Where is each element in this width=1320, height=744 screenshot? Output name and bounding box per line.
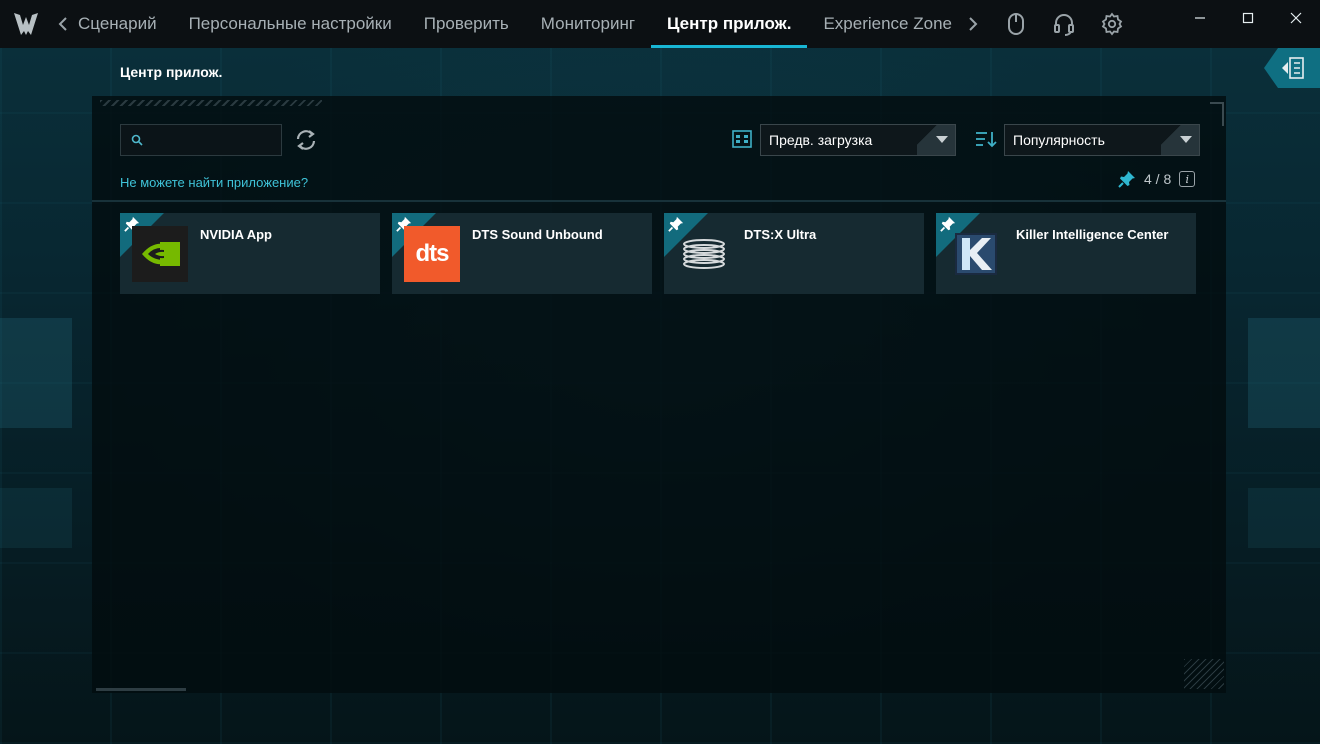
sort-dropdown-value: Популярность xyxy=(1013,132,1105,148)
sort-icon[interactable] xyxy=(974,128,998,150)
panel-decoration-stripes xyxy=(100,100,322,106)
tab-monitoring[interactable]: Мониторинг xyxy=(525,0,651,48)
close-icon[interactable] xyxy=(1272,0,1320,36)
tab-app-center[interactable]: Центр прилож. xyxy=(651,0,808,48)
filter-dropdown[interactable]: Предв. загрузка xyxy=(760,124,956,156)
predator-logo-icon xyxy=(0,0,52,48)
search-box[interactable] xyxy=(120,124,282,156)
app-name: DTS Sound Unbound xyxy=(472,227,603,242)
app-card-dtsx-ultra[interactable]: DTS:X Ultra xyxy=(664,213,924,294)
app-card-dts-sound-unbound[interactable]: dts DTS Sound Unbound xyxy=(392,213,652,294)
dts-logo-text: dts xyxy=(415,240,450,267)
side-panel-list-icon xyxy=(1282,57,1304,79)
sort-dropdown[interactable]: Популярность xyxy=(1004,124,1200,156)
refresh-icon xyxy=(296,130,316,150)
headset-icon[interactable] xyxy=(1040,0,1088,48)
app-name: NVIDIA App xyxy=(200,227,272,242)
nvidia-logo-icon xyxy=(132,226,188,282)
top-icon-group xyxy=(992,0,1136,48)
search-input[interactable] xyxy=(151,132,271,148)
main-tabs: Сценарий Персональные настройки Проверит… xyxy=(74,0,968,48)
window-controls xyxy=(1176,0,1320,36)
filter-dropdown-value: Предв. загрузка xyxy=(769,132,873,148)
tab-experience-zone[interactable]: Experience Zone xyxy=(807,0,968,48)
maximize-icon[interactable] xyxy=(1224,0,1272,36)
refresh-button[interactable] xyxy=(292,126,320,154)
tab-personal-settings[interactable]: Персональные настройки xyxy=(173,0,408,48)
settings-gear-icon[interactable] xyxy=(1088,0,1136,48)
panel-corner-decoration xyxy=(1184,659,1224,689)
page-title: Центр прилож. xyxy=(120,64,223,80)
dtsx-ultra-icon xyxy=(676,226,732,282)
info-icon[interactable]: i xyxy=(1179,171,1196,187)
toolbar-divider xyxy=(92,200,1226,202)
tab-scenario[interactable]: Сценарий xyxy=(74,0,173,48)
panel-corner-decoration xyxy=(1210,102,1224,126)
app-card-killer-intelligence-center[interactable]: Killer Intelligence Center xyxy=(936,213,1196,294)
search-icon xyxy=(131,134,143,146)
app-card-nvidia-app[interactable]: NVIDIA App xyxy=(120,213,380,294)
cant-find-app-link[interactable]: Не можете найти приложение? xyxy=(120,175,308,190)
tab-check[interactable]: Проверить xyxy=(408,0,525,48)
panel-corner-decoration xyxy=(96,685,186,691)
background-pillar xyxy=(0,318,72,428)
background-pillar xyxy=(1248,318,1320,428)
killer-logo-icon xyxy=(948,226,1004,282)
chevron-down-icon xyxy=(1161,125,1199,155)
minimize-icon[interactable] xyxy=(1176,0,1224,36)
app-name: DTS:X Ultra xyxy=(744,227,817,242)
background-pillar xyxy=(1248,488,1320,548)
pinned-count-text: 4 / 8 xyxy=(1144,171,1172,187)
title-bar: Сценарий Персональные настройки Проверит… xyxy=(0,0,1320,48)
chevron-down-icon xyxy=(917,125,955,155)
pin-icon xyxy=(1118,171,1135,188)
tabs-scroll-left-icon[interactable] xyxy=(52,0,74,48)
app-name: Killer Intelligence Center xyxy=(1016,227,1169,242)
view-grid-icon[interactable] xyxy=(731,128,753,150)
pinned-count: 4 / 8 i xyxy=(1118,170,1196,188)
background-pillar xyxy=(0,488,72,548)
mouse-icon[interactable] xyxy=(992,0,1040,48)
dts-logo-icon: dts xyxy=(404,226,460,282)
